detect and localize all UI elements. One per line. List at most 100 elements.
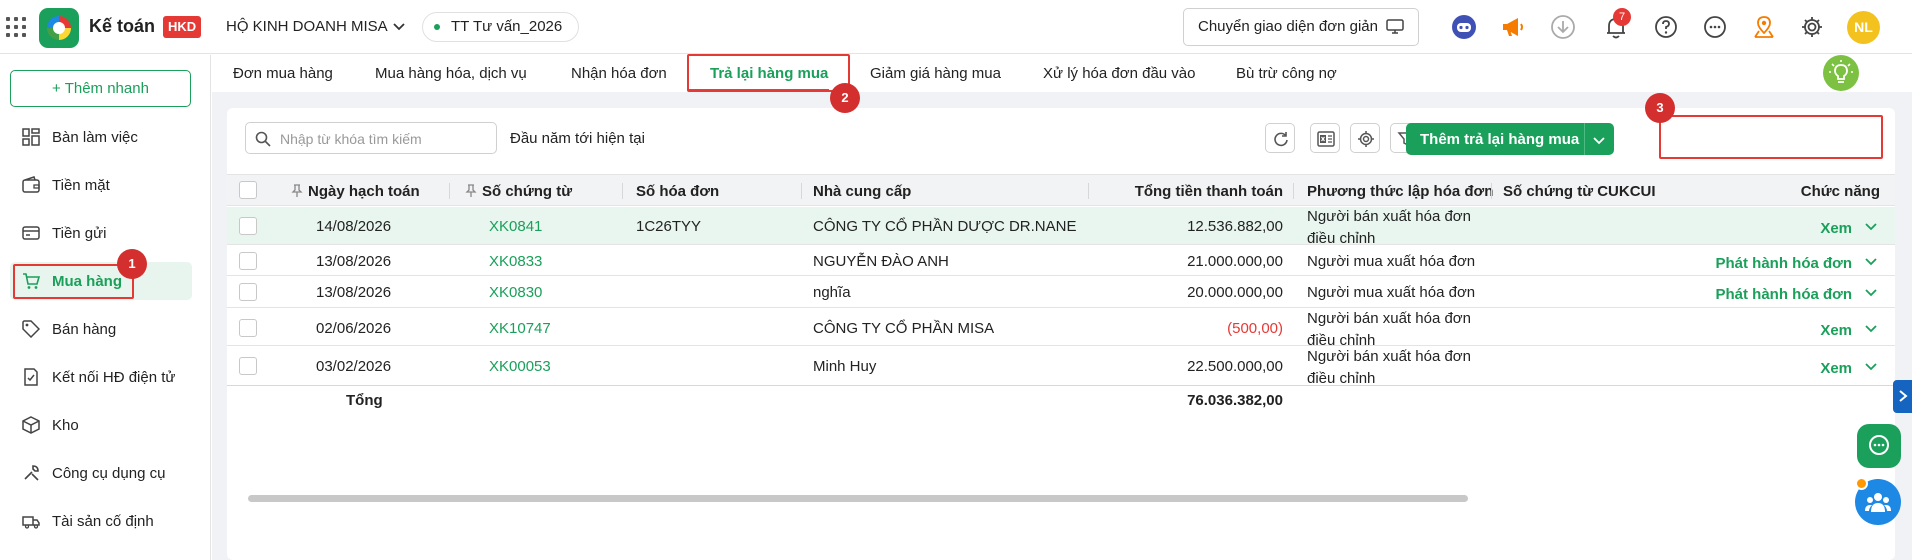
tab-input-invoice-processing[interactable]: Xử lý hóa đơn đầu vào [1043,65,1195,82]
robot-assistant-icon[interactable] [1450,13,1478,41]
tab-receive-invoice[interactable]: Nhận hóa đơn [571,65,667,82]
chevron-down-icon[interactable] [1864,321,1878,335]
search-box[interactable] [245,122,497,154]
pin-icon[interactable] [291,184,303,198]
user-avatar[interactable]: NL [1847,11,1880,44]
tab-debt-offset[interactable]: Bù trừ công nợ [1236,65,1337,82]
column-separator [801,183,802,199]
button-divider [1584,123,1585,155]
sidebar-item-cash[interactable]: Tiền mặt [10,166,192,204]
table-row[interactable]: 03/02/2026 XK00053 Minh Huy 22.500.000,0… [227,347,1895,387]
location-map-icon[interactable] [1750,13,1778,41]
search-input[interactable] [280,128,490,150]
switch-ui-button[interactable]: Chuyển giao diện đơn giản [1183,8,1419,46]
sidebar-item-fixed-assets[interactable]: Tài sản cố định [10,502,192,540]
issue-invoice-action[interactable]: Phát hành hóa đơn [1647,286,1853,303]
table-row[interactable]: 02/06/2026 XK10747 CÔNG TY CỔ PHẦN MISA … [227,309,1895,349]
row-checkbox[interactable] [239,357,257,375]
tab-purchase-order[interactable]: Đơn mua hàng [233,65,333,82]
tips-button[interactable] [1823,55,1859,91]
column-header-supplier[interactable]: Nhà cung cấp [813,183,911,200]
horizontal-scrollbar[interactable] [248,495,1468,502]
sidebar-item-label: Bàn làm việc [52,129,138,146]
sidebar-item-label: Kho [52,417,79,434]
add-quick-button[interactable]: + Thêm nhanh [10,70,191,107]
column-separator [622,183,623,199]
megaphone-icon[interactable] [1498,13,1526,41]
chevron-down-icon[interactable] [1592,133,1606,147]
chevron-down-icon[interactable] [1864,359,1878,373]
side-panel-toggle[interactable] [1893,380,1912,413]
sidebar-item-label: Tiền gửi [52,225,107,242]
search-icon [255,131,271,147]
column-header-method[interactable]: Phương thức lập hóa đơn [1307,183,1493,200]
column-separator [1491,183,1492,199]
sidebar-item-label: Tài sản cố định [52,513,154,530]
cell-method: Người mua xuất hóa đơn [1307,253,1476,270]
database-selector[interactable]: TT Tư vấn_2026 [422,12,580,42]
purchase-tabs: Đơn mua hàng Mua hàng hóa, dịch vụ Nhận … [212,55,1912,92]
settings-button[interactable] [1350,123,1380,153]
column-header-voucher[interactable]: Số chứng từ [482,183,572,200]
row-checkbox[interactable] [239,252,257,270]
sidebar-item-bank[interactable]: Tiền gửi [10,214,192,252]
select-all-checkbox[interactable] [239,181,257,199]
cell-supplier: CÔNG TY CỔ PHẦN DƯỢC DR.NANE [813,218,1077,235]
row-checkbox[interactable] [239,283,257,301]
sidebar-item-tools[interactable]: Công cụ dụng cụ [10,454,192,492]
sidebar-item-sales[interactable]: Bán hàng [10,310,192,348]
column-header-date[interactable]: Ngày hạch toán [308,183,420,200]
dashboard-icon [22,128,40,146]
download-icon[interactable] [1549,13,1577,41]
add-purchase-return-button[interactable]: Thêm trả lại hàng mua [1406,123,1614,155]
issue-invoice-action[interactable]: Phát hành hóa đơn [1647,255,1853,272]
table-row[interactable]: 14/08/2026 XK0841 1C26TYY CÔNG TY CỔ PHẦ… [227,207,1895,247]
chevron-down-icon[interactable] [1864,254,1878,268]
gear-icon[interactable] [1798,13,1826,41]
notification-count-badge: 7 [1613,8,1631,26]
cell-voucher-link[interactable]: XK0841 [489,218,542,235]
table-row[interactable]: 13/08/2026 XK0833 NGUYỄN ĐÀO ANH 21.000.… [227,246,1895,276]
cell-date: 13/08/2026 [316,253,392,270]
column-header-total[interactable]: Tổng tiền thanh toán [1127,183,1283,200]
row-checkbox[interactable] [239,217,257,235]
view-action[interactable]: Xem [1767,360,1852,377]
column-header-cukcui[interactable]: Số chứng từ CUKCUI [1503,183,1656,200]
period-filter[interactable]: Đầu năm tới hiện tại [510,130,645,147]
tab-purchase-goods[interactable]: Mua hàng hóa, dịch vụ [375,65,527,82]
cell-total-negative: (500,00) [1227,320,1283,337]
sidebar-item-e-invoice[interactable]: Kết nối HĐ điện tử [10,358,192,396]
sidebar-item-warehouse[interactable]: Kho [10,406,192,444]
group-users-icon [1865,493,1891,512]
org-selector[interactable]: HỘ KINH DOANH MISA [226,18,388,35]
sidebar-item-label: Công cụ dụng cụ [52,465,166,482]
export-excel-button[interactable] [1310,123,1340,153]
cell-method: Người mua xuất hóa đơn [1307,284,1476,301]
view-action[interactable]: Xem [1767,220,1852,237]
table-row[interactable]: 13/08/2026 XK0830 nghĩa 20.000.000,00 Ng… [227,277,1895,308]
tools-icon [24,465,39,481]
chevron-down-icon[interactable] [1864,285,1878,299]
cell-voucher-link[interactable]: XK00053 [489,358,551,375]
sidebar-item-dashboard[interactable]: Bàn làm việc [10,118,192,156]
help-icon[interactable] [1652,13,1680,41]
cell-voucher-link[interactable]: XK0833 [489,253,542,270]
tab-purchase-discount[interactable]: Giảm giá hàng mua [870,65,1001,82]
chat-button[interactable] [1857,424,1901,468]
cell-voucher-link[interactable]: XK0830 [489,284,542,301]
refresh-icon [1274,132,1288,147]
chevron-down-icon[interactable] [392,19,406,33]
row-checkbox[interactable] [239,319,257,337]
hkd-badge: HKD [163,16,202,38]
more-icon[interactable] [1701,13,1729,41]
cell-method: Người bán xuất hóa đơn điều chỉnh [1307,208,1471,247]
refresh-button[interactable] [1265,123,1295,153]
view-action[interactable]: Xem [1767,322,1852,339]
cell-supplier: Minh Huy [813,358,877,375]
pin-icon[interactable] [465,184,477,198]
column-header-invoice[interactable]: Số hóa đơn [636,183,719,200]
cell-voucher-link[interactable]: XK10747 [489,320,551,337]
chevron-down-icon[interactable] [1864,219,1878,233]
lightbulb-icon [1829,60,1853,83]
app-grid-icon[interactable] [6,17,26,37]
